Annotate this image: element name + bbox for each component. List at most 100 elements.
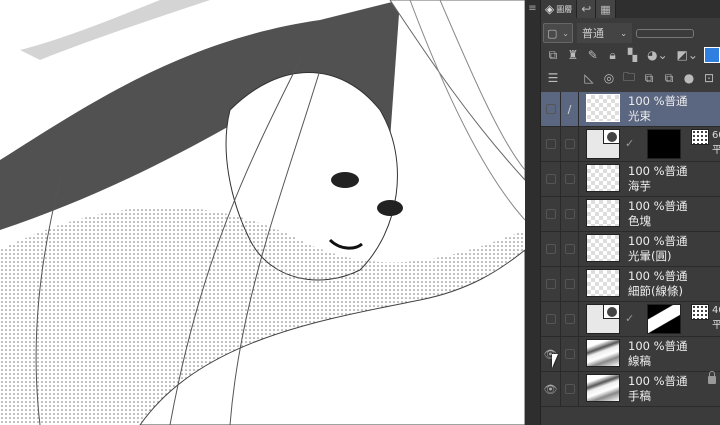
layer-mask-thumbnail[interactable] — [647, 129, 681, 159]
new-raster-layer-icon[interactable]: ◺ — [581, 70, 597, 86]
check-icon: ✓ — [625, 312, 635, 325]
visibility-toggle[interactable] — [541, 92, 561, 126]
lock-toggle[interactable] — [561, 267, 579, 301]
visibility-toggle[interactable] — [541, 267, 561, 301]
lock-toggle[interactable] — [561, 232, 579, 266]
lock-transparency-icon[interactable]: ▚ — [625, 47, 641, 63]
lock-toggle[interactable] — [561, 162, 579, 196]
tone-icon — [691, 304, 709, 320]
chevron-down-icon: ⌄ — [562, 28, 569, 38]
layer-blend: 普通 — [664, 164, 688, 178]
layer-opacity: 100 % — [628, 234, 665, 248]
tone-value: 40.0 — [712, 305, 720, 316]
layer-row[interactable]: ✓ 40.0 平塗 — [541, 302, 720, 337]
layer-name: 手稿 — [628, 389, 651, 403]
reference-layer-icon[interactable]: ♜ — [565, 47, 581, 63]
layer-thumbnail — [586, 234, 620, 262]
lock-toggle[interactable] — [561, 337, 579, 371]
lock-icon[interactable]: 🔒︎ — [605, 47, 621, 63]
check-icon: ✓ — [625, 137, 635, 150]
layers-icon: ◈ — [545, 2, 555, 16]
layer-color-swatch[interactable] — [704, 47, 720, 63]
layer-opacity: 100 % — [628, 94, 665, 108]
layer-thumbnail — [586, 374, 620, 402]
layer-blend: 普通 — [664, 374, 688, 388]
manga-illustration — [0, 0, 525, 425]
layer-thumbnail — [586, 164, 620, 192]
tone-icon — [691, 129, 709, 145]
layer-thumbnail — [586, 199, 620, 227]
layer-name: 海芋 — [628, 179, 651, 193]
layer-row[interactable]: 100 %普通 光暈(圓) — [541, 232, 720, 267]
undo-history-icon: ↩ — [581, 2, 592, 16]
layer-blend: 普通 — [664, 269, 688, 283]
tab-undo-history[interactable]: ↩ — [577, 0, 597, 18]
lock-toggle[interactable] — [561, 302, 579, 336]
transfer-down-icon[interactable]: ⧉ — [641, 70, 657, 86]
lock-icon — [708, 371, 716, 384]
layer-blend: 普通 — [664, 199, 688, 213]
visibility-toggle[interactable] — [541, 302, 561, 336]
tab-layers[interactable]: ◈ 圖層 — [541, 0, 578, 18]
mouse-cursor — [552, 354, 558, 368]
tab-animation[interactable]: ▦ — [596, 0, 616, 18]
layer-name: 光束 — [628, 109, 651, 123]
layer-mask-thumbnail[interactable] — [647, 304, 681, 334]
new-folder-icon[interactable]: 🗀︎ — [621, 70, 637, 86]
layer-blend: 普通 — [664, 339, 688, 353]
visibility-toggle[interactable] — [541, 127, 561, 161]
blend-mode-select[interactable]: 普通 ⌄ — [577, 23, 632, 43]
lock-toggle[interactable] — [561, 197, 579, 231]
layer-blend: 普通 — [664, 94, 688, 108]
layer-row[interactable]: 100 %普通 色塊 — [541, 197, 720, 232]
layer-list: ∕ 100 %普通光束 ✓ 60.0平塗 100 %普通海芋 100 %普通色塊… — [541, 92, 720, 407]
layer-opacity: 100 % — [628, 339, 665, 353]
new-vector-layer-icon[interactable]: ◎ — [601, 70, 617, 86]
layer-row[interactable]: 100 %普通 細節(線條) — [541, 267, 720, 302]
layer-name: 色塊 — [628, 214, 651, 228]
layer-row[interactable]: 👁︎ 100 %普通 線稿 — [541, 337, 720, 372]
drawing-canvas[interactable] — [0, 0, 525, 425]
square-icon: ▢ — [547, 26, 558, 40]
create-mask-icon[interactable]: ● — [681, 70, 697, 86]
tone-layer-thumbnail — [586, 129, 620, 159]
eye-icon: 👁︎ — [543, 382, 558, 396]
visibility-toggle[interactable] — [541, 197, 561, 231]
visibility-toggle[interactable] — [541, 162, 561, 196]
layer-row[interactable]: ✓ 60.0 平塗 — [541, 127, 720, 162]
merge-down-icon[interactable]: ⧉ — [661, 70, 677, 86]
layer-opacity: 100 % — [628, 374, 665, 388]
layer-row[interactable]: 100 %普通 海芋 — [541, 162, 720, 197]
tone-type: 平塗 — [712, 320, 720, 331]
layer-name: 細節(線條) — [628, 284, 683, 298]
lock-toggle[interactable] — [561, 372, 579, 406]
layer-name: 光暈(圓) — [628, 249, 672, 263]
ruler-toggle-icon[interactable]: ◩⌄ — [674, 47, 700, 63]
layer-row[interactable]: ∕ 100 %普通 光束 — [541, 92, 720, 127]
layer-blend: 普通 — [664, 234, 688, 248]
visibility-toggle[interactable] — [541, 232, 561, 266]
tone-layer-thumbnail — [586, 304, 620, 334]
clip-layer-icon[interactable]: ⧉ — [545, 47, 561, 63]
tone-value: 60.0 — [712, 130, 720, 141]
mask-toggle-icon[interactable]: ◕⌄ — [644, 47, 670, 63]
layer-property-icon[interactable]: ☰ — [545, 70, 561, 86]
layer-opacity: 100 % — [628, 269, 665, 283]
panel-edge[interactable]: ≡ — [525, 0, 541, 425]
pen-icon: ∕ — [567, 102, 572, 116]
edit-indicator: ∕ — [561, 92, 579, 126]
visibility-toggle[interactable]: 👁︎ — [541, 372, 561, 406]
opacity-slider[interactable] — [636, 28, 694, 38]
visibility-toggle[interactable]: 👁︎ — [541, 337, 561, 371]
layer-color-button[interactable]: ▢ ⌄ — [543, 23, 573, 43]
draft-layer-icon[interactable]: ✎ — [585, 47, 601, 63]
layer-row[interactable]: 👁︎ 100 %普通 手稿 — [541, 371, 720, 407]
layer-name: 線稿 — [628, 354, 651, 368]
layer-opacity: 100 % — [628, 164, 665, 178]
layer-opacity: 100 % — [628, 199, 665, 213]
lock-toggle[interactable] — [561, 127, 579, 161]
menu-icon[interactable]: ≡ — [525, 3, 540, 14]
chevron-down-icon: ⌄ — [620, 28, 627, 38]
layer-thumbnail — [586, 94, 620, 122]
apply-mask-icon[interactable]: ⊡ — [701, 70, 717, 86]
